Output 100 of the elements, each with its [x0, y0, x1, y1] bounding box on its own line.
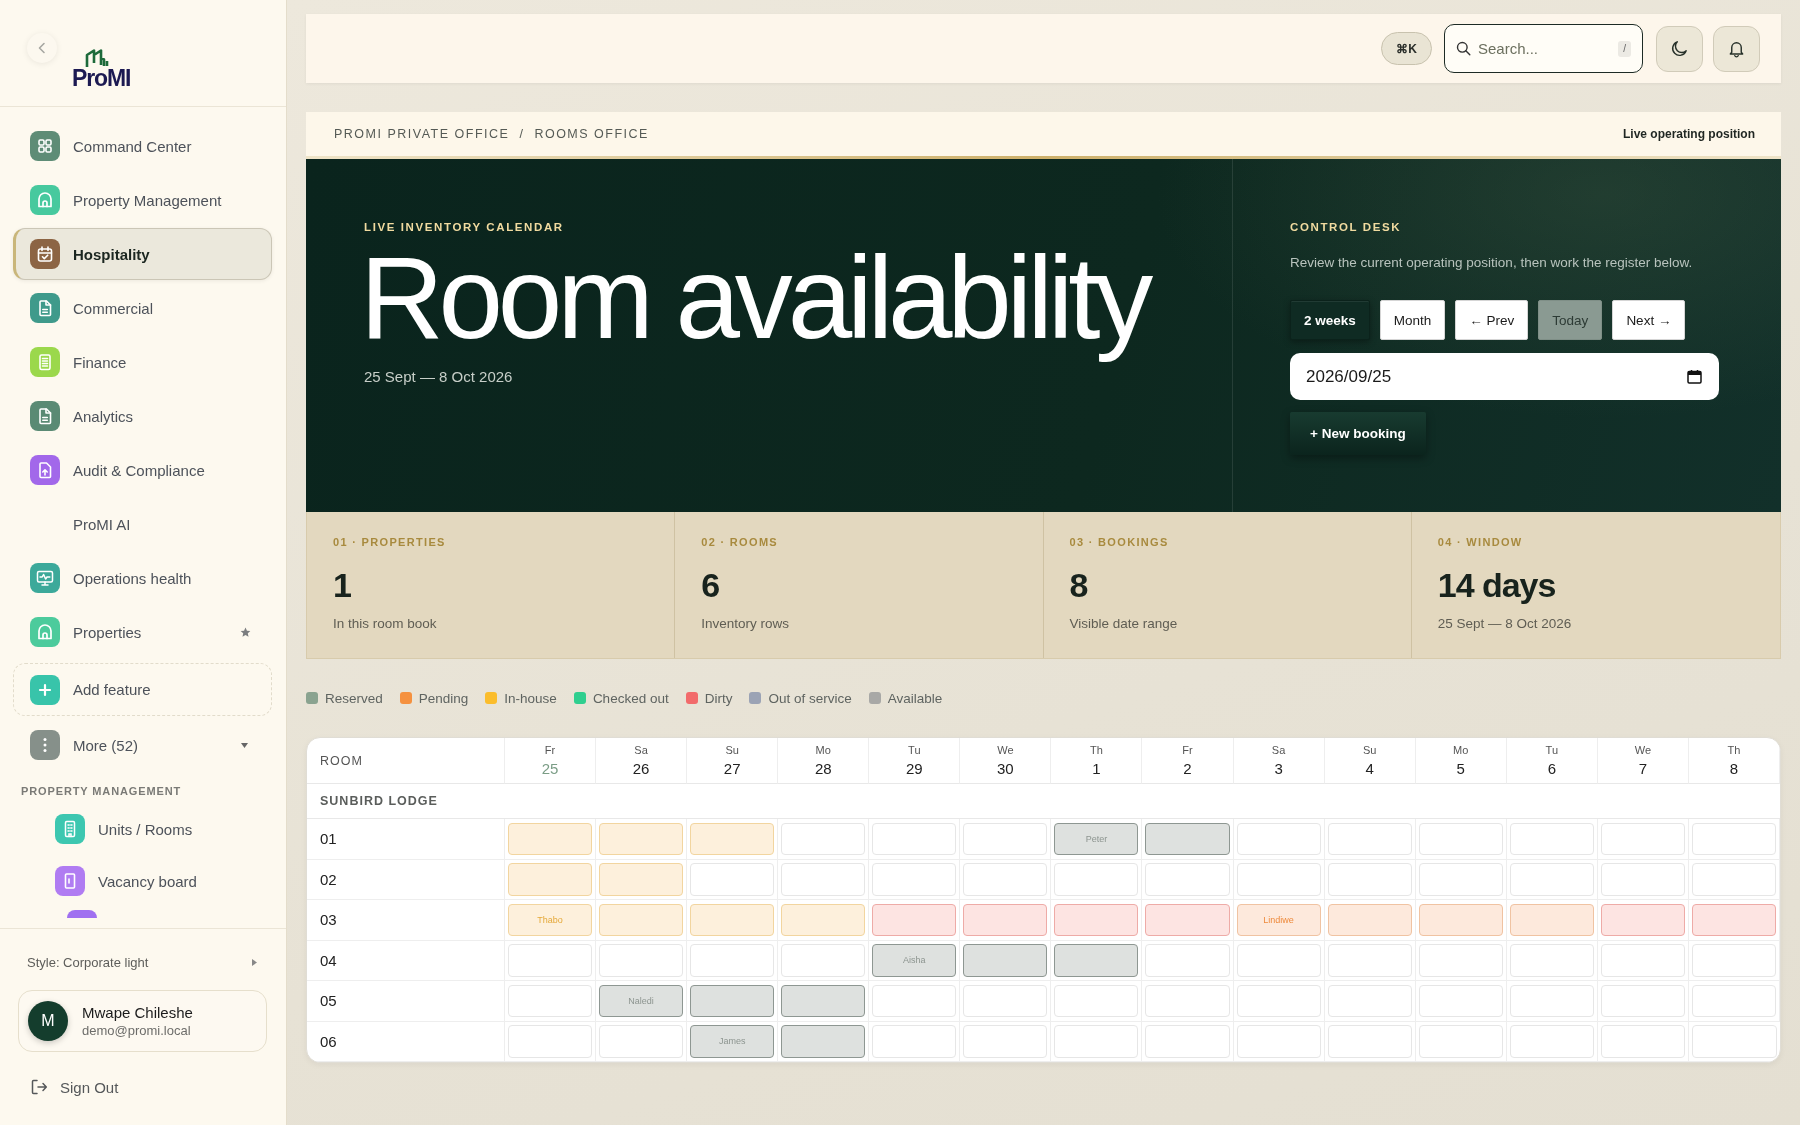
- empty-slot[interactable]: [1236, 944, 1321, 977]
- booking-block[interactable]: [872, 903, 957, 936]
- empty-slot[interactable]: [1145, 1025, 1230, 1058]
- booking-block[interactable]: [1509, 903, 1594, 936]
- empty-slot[interactable]: [1236, 863, 1321, 896]
- more-button[interactable]: More (52): [13, 722, 272, 768]
- empty-slot[interactable]: [1418, 984, 1503, 1017]
- booking-block[interactable]: [1145, 822, 1230, 855]
- breadcrumb-link[interactable]: PROMI PRIVATE OFFICE: [334, 127, 510, 141]
- empty-slot[interactable]: [1236, 1025, 1321, 1058]
- booking-block[interactable]: [781, 984, 866, 1017]
- theme-toggle-button[interactable]: [1656, 25, 1703, 72]
- empty-slot[interactable]: [1327, 822, 1412, 855]
- empty-slot[interactable]: [1145, 944, 1230, 977]
- empty-slot[interactable]: [872, 1025, 957, 1058]
- breadcrumb-link[interactable]: ROOMS OFFICE: [534, 127, 649, 141]
- nav-item[interactable]: Property Management: [13, 177, 272, 223]
- booking-block[interactable]: [781, 1025, 866, 1058]
- empty-slot[interactable]: [1327, 1025, 1412, 1058]
- booking-block[interactable]: [1600, 903, 1685, 936]
- nav-item[interactable]: Analytics: [13, 393, 272, 439]
- avatar: M: [28, 1001, 68, 1041]
- nav-item[interactable]: Hospitality: [13, 228, 272, 280]
- booking-block[interactable]: [963, 944, 1048, 977]
- style-switcher[interactable]: Style: Corporate light: [0, 953, 286, 971]
- empty-slot[interactable]: [1054, 863, 1139, 896]
- empty-slot[interactable]: [872, 984, 957, 1017]
- booking-block[interactable]: [1418, 903, 1503, 936]
- nav-item[interactable]: Units / Rooms: [13, 806, 272, 852]
- empty-slot[interactable]: [1600, 863, 1685, 896]
- empty-slot[interactable]: [963, 984, 1048, 1017]
- empty-slot[interactable]: [599, 944, 684, 977]
- empty-slot[interactable]: [508, 984, 593, 1017]
- empty-slot[interactable]: [1418, 863, 1503, 896]
- nav-item[interactable]: Commercial: [13, 285, 272, 331]
- booking-block[interactable]: [1691, 903, 1776, 936]
- empty-slot[interactable]: [1054, 1025, 1139, 1058]
- nav-item[interactable]: Finance: [13, 339, 272, 385]
- empty-slot[interactable]: [1509, 984, 1594, 1017]
- empty-slot[interactable]: [1418, 822, 1503, 855]
- notifications-button[interactable]: [1713, 25, 1760, 72]
- empty-slot[interactable]: [690, 944, 775, 977]
- empty-slot[interactable]: [1145, 984, 1230, 1017]
- empty-slot[interactable]: [781, 944, 866, 977]
- booking-block[interactable]: [1327, 903, 1412, 936]
- empty-slot[interactable]: [1327, 944, 1412, 977]
- view-toggle-button[interactable]: 2 weeks: [1290, 300, 1370, 340]
- nav-item[interactable]: Properties: [13, 609, 272, 655]
- nav-item[interactable]: Command Center: [13, 123, 272, 169]
- view-toggle-button[interactable]: Month: [1379, 300, 1446, 340]
- booking-block[interactable]: [1145, 903, 1230, 936]
- previous-button[interactable]: ← Prev: [1455, 300, 1529, 340]
- add-feature-button[interactable]: Add feature: [13, 663, 272, 716]
- empty-slot[interactable]: [963, 822, 1048, 855]
- empty-slot[interactable]: [1691, 822, 1776, 855]
- empty-slot[interactable]: [1327, 984, 1412, 1017]
- nav-item[interactable]: Vacancy board: [13, 858, 272, 904]
- empty-slot[interactable]: [1418, 1025, 1503, 1058]
- empty-slot[interactable]: [963, 1025, 1048, 1058]
- collapse-button[interactable]: [27, 33, 57, 63]
- empty-slot[interactable]: [1600, 822, 1685, 855]
- empty-slot[interactable]: [1509, 863, 1594, 896]
- empty-slot[interactable]: [1600, 984, 1685, 1017]
- nav-item[interactable]: ProMI AI: [13, 501, 272, 547]
- nav-item[interactable]: Audit & Compliance: [13, 447, 272, 493]
- empty-slot[interactable]: [781, 822, 866, 855]
- empty-slot[interactable]: [1418, 944, 1503, 977]
- empty-slot[interactable]: [1054, 984, 1139, 1017]
- empty-slot[interactable]: [1691, 1025, 1777, 1058]
- empty-slot[interactable]: [872, 822, 957, 855]
- empty-slot[interactable]: [1509, 944, 1594, 977]
- nav-item[interactable]: Operations health: [13, 555, 272, 601]
- empty-slot[interactable]: [1691, 944, 1776, 977]
- empty-slot[interactable]: [1691, 863, 1776, 896]
- sign-out-button[interactable]: Sign Out: [30, 1076, 119, 1098]
- next-button[interactable]: Next →: [1612, 300, 1686, 340]
- empty-slot[interactable]: [1236, 984, 1321, 1017]
- booking-block[interactable]: [1054, 944, 1139, 977]
- booking-block[interactable]: [1054, 903, 1139, 936]
- empty-slot[interactable]: [508, 944, 593, 977]
- empty-slot[interactable]: [1327, 863, 1412, 896]
- booking-block[interactable]: [963, 903, 1048, 936]
- empty-slot[interactable]: [1691, 984, 1776, 1017]
- empty-slot[interactable]: [1600, 944, 1685, 977]
- empty-slot[interactable]: [599, 1025, 684, 1058]
- empty-slot[interactable]: [1236, 822, 1321, 855]
- empty-slot[interactable]: [1509, 822, 1594, 855]
- empty-slot[interactable]: [1600, 1025, 1685, 1058]
- user-card[interactable]: M Mwape Chileshe demo@promi.local: [18, 990, 267, 1052]
- empty-slot[interactable]: [872, 863, 957, 896]
- new-booking-button[interactable]: + New booking: [1290, 412, 1426, 455]
- date-field[interactable]: 2026/09/25: [1290, 353, 1719, 400]
- command-shortcut-button[interactable]: ⌘K: [1381, 32, 1432, 65]
- empty-slot[interactable]: [781, 863, 866, 896]
- empty-slot[interactable]: [690, 863, 775, 896]
- empty-slot[interactable]: [1145, 863, 1230, 896]
- booking-block[interactable]: [690, 984, 775, 1017]
- empty-slot[interactable]: [1509, 1025, 1594, 1058]
- empty-slot[interactable]: [508, 1025, 593, 1058]
- empty-slot[interactable]: [963, 863, 1048, 896]
